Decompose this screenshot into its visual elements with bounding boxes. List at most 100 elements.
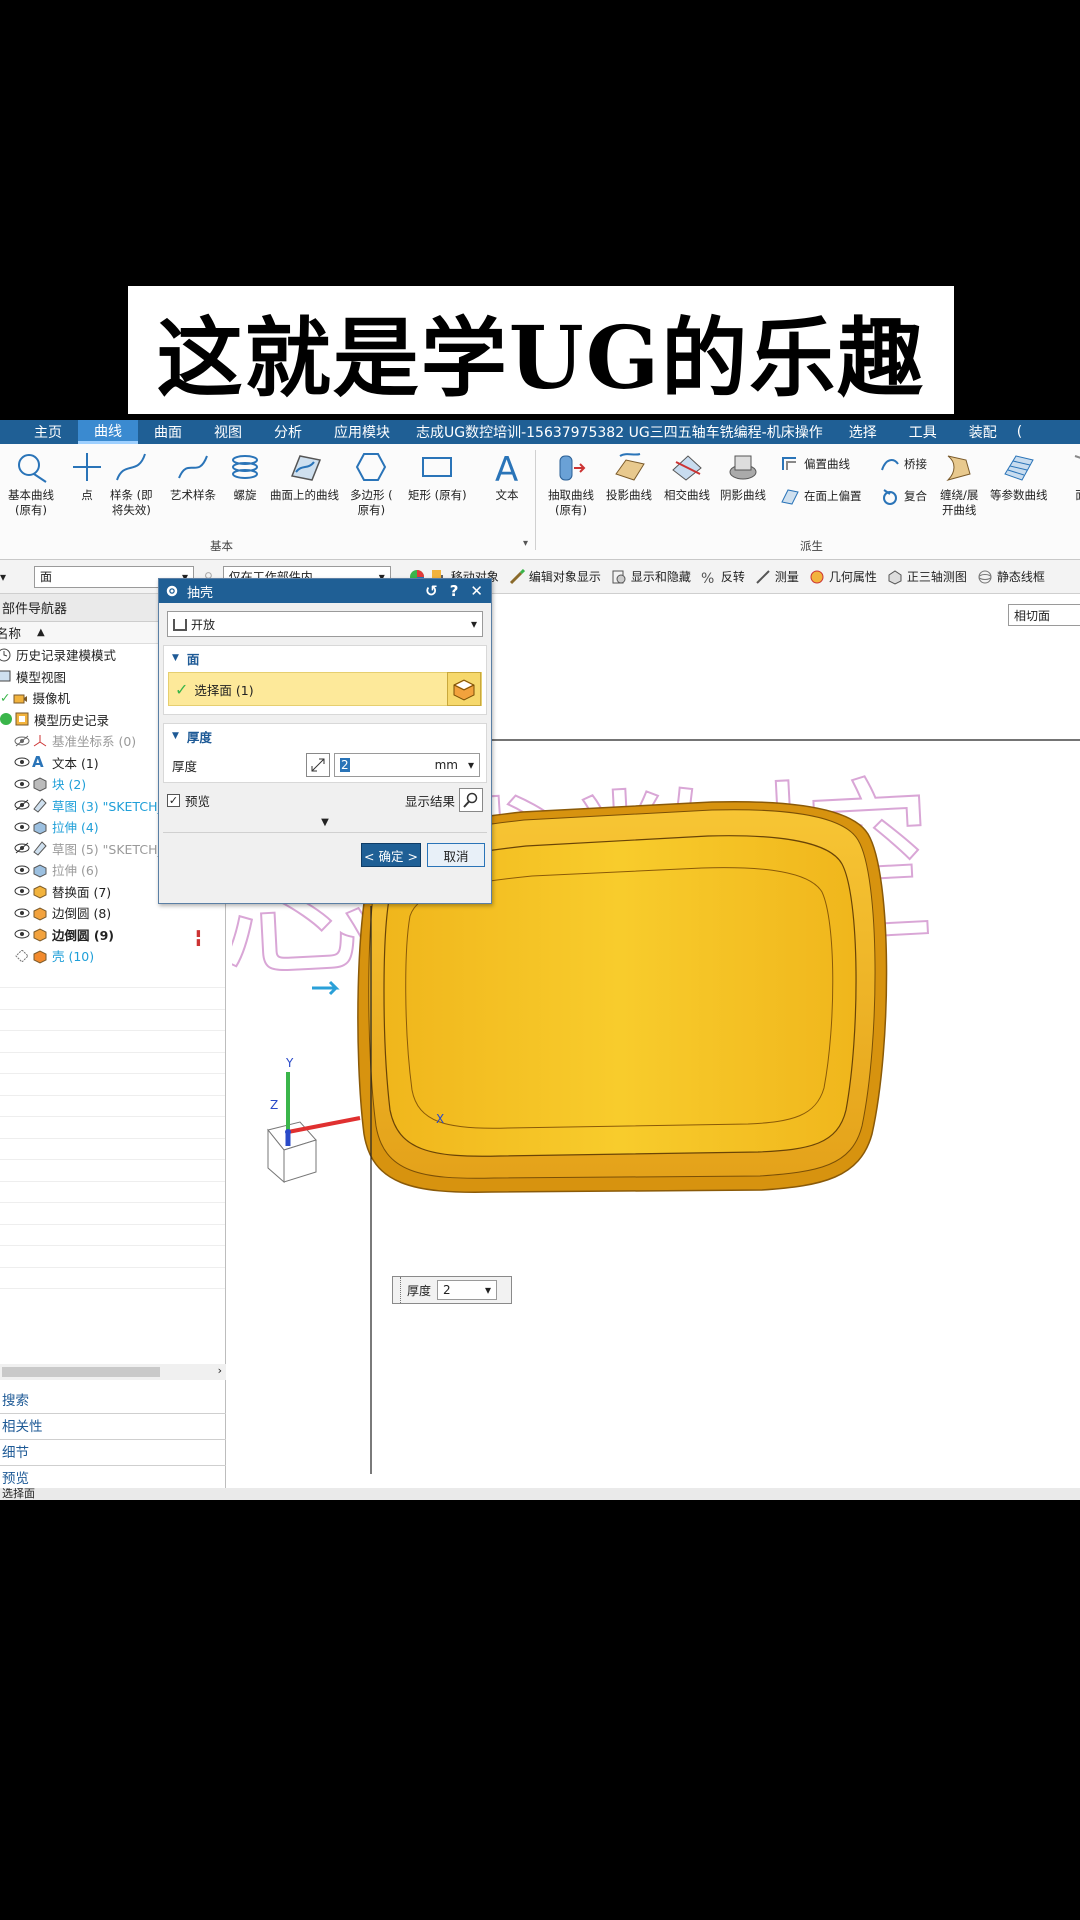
composite-curve-icon: [880, 486, 900, 506]
rectangle-button[interactable]: 矩形 (原有): [408, 450, 467, 503]
edge-blend-icon: [32, 905, 48, 921]
wrap-curve-button[interactable]: 缠绕/展 开曲线: [940, 450, 978, 518]
drag-handle-icon[interactable]: [393, 1277, 401, 1303]
project-curve-button[interactable]: 投影曲线: [606, 450, 652, 503]
tab-tools[interactable]: 工具: [893, 422, 953, 442]
menu-dropdown[interactable]: ▾: [0, 566, 18, 588]
eye-icon[interactable]: [14, 821, 30, 833]
measure-button[interactable]: 测量: [755, 568, 799, 585]
edge-blend-icon: [32, 926, 48, 942]
navigator-horizontal-scrollbar[interactable]: ›: [0, 1364, 226, 1380]
polygon-icon: [354, 450, 388, 484]
tab-surface[interactable]: 曲面: [138, 422, 198, 442]
point-button[interactable]: 点: [70, 450, 104, 503]
reset-icon[interactable]: ↺: [425, 582, 438, 600]
ok-button[interactable]: < 确定 >: [361, 843, 421, 867]
svg-text:A: A: [495, 450, 518, 484]
eye-icon[interactable]: [14, 885, 30, 897]
check-icon: ✓: [175, 679, 189, 699]
thickness-onscreen-input[interactable]: 厚度 2 ▾: [392, 1276, 512, 1304]
ribbon-separator: [535, 450, 536, 550]
face-section-header[interactable]: ▼ 面: [164, 646, 486, 670]
text-button[interactable]: A 文本: [490, 450, 524, 503]
curve-on-surface-button[interactable]: 曲面上的曲线: [270, 450, 339, 503]
navigator-panels: 搜索 相关性 细节 预览: [0, 1388, 226, 1492]
select-face-row[interactable]: ✓ 选择面 (1): [168, 672, 482, 706]
show-hide-icon: [611, 569, 627, 585]
preview-checkbox[interactable]: ✓: [167, 793, 180, 807]
tab-more[interactable]: (: [1013, 424, 1026, 440]
extract-curve-button[interactable]: 抽取曲线 (原有): [548, 450, 594, 518]
sort-up-icon: ▲: [37, 627, 45, 638]
thickness-section-header[interactable]: ▼ 厚度: [164, 724, 486, 748]
hidden-eye-icon[interactable]: [14, 799, 30, 811]
eye-icon[interactable]: [14, 756, 30, 768]
rectangle-icon: [420, 450, 454, 484]
hidden-eye-icon[interactable]: [14, 842, 30, 854]
offset-curve-button[interactable]: 偏置曲线: [780, 454, 850, 474]
geometry-properties-button[interactable]: 几何属性: [809, 568, 877, 585]
panel-search[interactable]: 搜索: [0, 1388, 226, 1414]
composite-curve-button[interactable]: 复合: [880, 486, 927, 506]
panel-details[interactable]: 细节: [0, 1440, 226, 1466]
nav-row-edge-blend-8[interactable]: 边倒圆 (8): [0, 902, 225, 924]
window-caption: 志成UG数控培训-15637975382 UG三四五轴车铣编程-机床操作: [416, 425, 823, 441]
offset-in-face-button[interactable]: 在面上偏置: [780, 486, 862, 506]
show-hide-button[interactable]: 显示和隐藏: [611, 568, 691, 585]
eye-icon[interactable]: [14, 864, 30, 876]
shadow-curve-button[interactable]: 阴影曲线: [720, 450, 766, 503]
panel-dependencies[interactable]: 相关性: [0, 1414, 226, 1440]
show-result-button[interactable]: [459, 788, 483, 812]
intersect-curve-button[interactable]: 相交曲线: [664, 450, 710, 503]
group-expand-icon[interactable]: ▾: [523, 538, 528, 549]
iso-curve-button[interactable]: 等参数曲线: [990, 450, 1048, 503]
nav-row-edge-blend-9[interactable]: 边倒圆 (9): [0, 924, 225, 946]
thickness-onscreen-field[interactable]: 2 ▾: [437, 1280, 498, 1300]
scrollbar-thumb[interactable]: [2, 1367, 160, 1377]
shell-type-combo[interactable]: 开放 ▾: [167, 611, 483, 637]
thickness-input[interactable]: 2 mm ▾: [334, 753, 480, 777]
polygon-button[interactable]: 多边形 (原有): [350, 450, 393, 518]
basic-curve-button[interactable]: 基本曲线 (原有): [8, 450, 54, 518]
preview-row: ✓ 预览 显示结果: [159, 783, 491, 817]
dialog-title: 抽壳: [187, 585, 214, 601]
extrude-icon: [32, 862, 48, 878]
eye-icon[interactable]: [14, 907, 30, 919]
expand-more-icon[interactable]: ▼: [163, 817, 487, 833]
eye-icon[interactable]: [14, 928, 30, 940]
invert-button[interactable]: % 反转: [701, 568, 745, 587]
nav-row-shell[interactable]: 壳 (10): [0, 945, 225, 967]
static-wireframe-button[interactable]: 静态线框: [977, 568, 1045, 585]
text-feature-icon: A: [32, 753, 44, 772]
helix-button[interactable]: 螺旋: [228, 450, 262, 503]
face-curve-button[interactable]: 面: [1064, 450, 1080, 503]
bridge-curve-button[interactable]: 桥接: [880, 454, 927, 474]
measure-distance-icon[interactable]: [306, 753, 330, 777]
select-face-button[interactable]: [447, 672, 481, 706]
trimetric-view-button[interactable]: 正三轴测图: [887, 568, 967, 585]
hidden-eye-icon[interactable]: [14, 735, 30, 747]
tab-application[interactable]: 应用模块: [318, 422, 406, 442]
eye-icon[interactable]: [14, 778, 30, 790]
tab-assembly[interactable]: 装配: [953, 422, 1013, 442]
curve-on-surface-icon: [288, 450, 322, 484]
scroll-right-icon[interactable]: ›: [218, 1364, 222, 1377]
timestamp-marker-icon: ▮ ▮: [196, 929, 201, 948]
trimetric-view-icon: [887, 569, 903, 585]
section-view-combo[interactable]: 相切面: [1008, 604, 1080, 626]
studio-spline-button[interactable]: 艺术样条: [170, 450, 216, 503]
tab-analysis[interactable]: 分析: [258, 422, 318, 442]
help-icon[interactable]: ?: [450, 582, 459, 600]
close-icon[interactable]: ✕: [470, 582, 483, 600]
edit-display-button[interactable]: 编辑对象显示: [509, 568, 601, 585]
status-text: 选择面: [2, 1488, 35, 1500]
tab-home[interactable]: 主页: [0, 422, 78, 442]
tab-view[interactable]: 视图: [198, 422, 258, 442]
gear-icon[interactable]: [165, 584, 179, 598]
measure-icon: [755, 569, 771, 585]
dialog-title-bar[interactable]: 抽壳 ↺ ? ✕: [159, 579, 491, 603]
tab-curve[interactable]: 曲线: [78, 420, 138, 444]
tab-select[interactable]: 选择: [833, 422, 893, 442]
cancel-button[interactable]: 取消: [427, 843, 485, 867]
spline-button[interactable]: 样条 (即 将失效): [110, 450, 153, 518]
